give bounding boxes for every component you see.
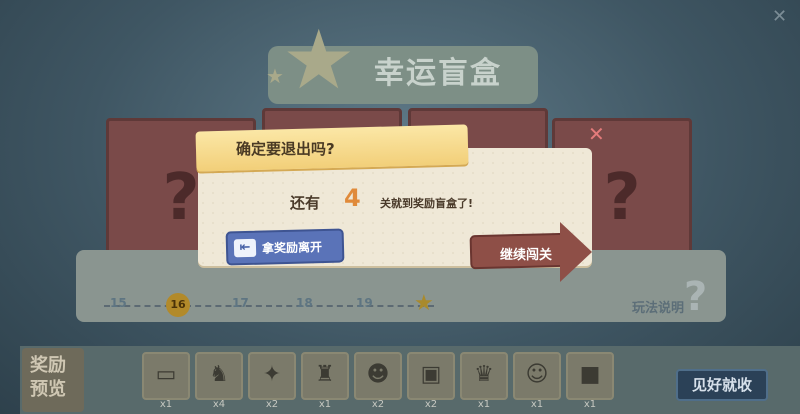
reward-count: x1 xyxy=(318,399,332,410)
continue-arrow-icon[interactable] xyxy=(560,222,592,282)
cow-figure-icon: ♞ xyxy=(209,362,229,387)
gift-box-icon: ■ xyxy=(579,362,601,387)
exit-door-icon: ⇤ xyxy=(233,238,257,258)
level-number: 19 xyxy=(356,296,373,310)
hat-character-icon: ☻ xyxy=(366,362,390,387)
reward-preview-label: 奖励预览 xyxy=(30,355,66,400)
reward-count: x4 xyxy=(212,399,226,410)
continue-button-label: 继续闯关 xyxy=(500,248,553,263)
help-question-icon[interactable]: ? xyxy=(684,274,707,320)
costume-character-icon: ♛ xyxy=(474,362,494,387)
take-rewards-button[interactable]: 见好就收 xyxy=(676,369,768,401)
reward-item[interactable]: ☺ xyxy=(513,352,561,400)
level-number: 15 xyxy=(110,296,127,310)
reward-count: x1 xyxy=(583,399,597,410)
dialog-message-suffix: 关就到奖励盲盒了! xyxy=(380,197,474,210)
rules-link[interactable]: 玩法说明 xyxy=(632,297,684,316)
reward-count: x1 xyxy=(530,399,544,410)
dialog-close-icon[interactable]: ✕ xyxy=(588,122,605,146)
reward-item[interactable]: ♞ xyxy=(195,352,243,400)
reward-item[interactable]: ✦ xyxy=(248,352,296,400)
level-number: 17 xyxy=(232,296,249,310)
reward-count: x1 xyxy=(159,399,173,410)
cow-outfit-icon: ♜ xyxy=(315,362,335,387)
reward-count: x2 xyxy=(265,399,279,410)
reward-item[interactable]: ▣ xyxy=(407,352,455,400)
reward-item[interactable]: ☻ xyxy=(354,352,402,400)
cat-character-icon: ☺ xyxy=(525,362,549,387)
reward-item[interactable]: ♜ xyxy=(301,352,349,400)
game-screen: ✕ ★ ★ 幸运盲盒 ? ? 15 16 17 18 19 ★ 玩法说明 ? 奖… xyxy=(0,0,800,414)
page-title: 幸运盲盒 xyxy=(374,56,502,91)
goal-star-icon: ★ xyxy=(414,291,434,316)
level-number: 18 xyxy=(296,296,313,310)
close-screen-icon[interactable]: ✕ xyxy=(772,6,787,27)
reward-count: x2 xyxy=(424,399,438,410)
reward-count: x2 xyxy=(371,399,385,410)
reward-item[interactable]: ■ xyxy=(566,352,614,400)
dialog-title: 确定要退出吗? xyxy=(236,140,335,158)
reward-count: x1 xyxy=(477,399,491,410)
leave-button-label: 拿奖励离开 xyxy=(261,240,323,256)
current-level-badge: 16 xyxy=(166,293,190,317)
picture-frame-icon: ▣ xyxy=(420,362,442,387)
small-star-icon: ★ xyxy=(266,64,284,88)
star-icon: ★ xyxy=(282,13,356,108)
puzzle-piece-icon: ✦ xyxy=(262,362,282,387)
reward-item[interactable]: ▭ xyxy=(142,352,190,400)
ticket-card-icon: ▭ xyxy=(155,362,177,387)
remaining-levels-count: 4 xyxy=(344,184,361,212)
progress-track xyxy=(104,305,434,307)
leave-with-rewards-button[interactable]: ⇤ 拿奖励离开 xyxy=(225,228,345,266)
dialog-message-prefix: 还有 xyxy=(290,194,321,212)
reward-item[interactable]: ♛ xyxy=(460,352,508,400)
